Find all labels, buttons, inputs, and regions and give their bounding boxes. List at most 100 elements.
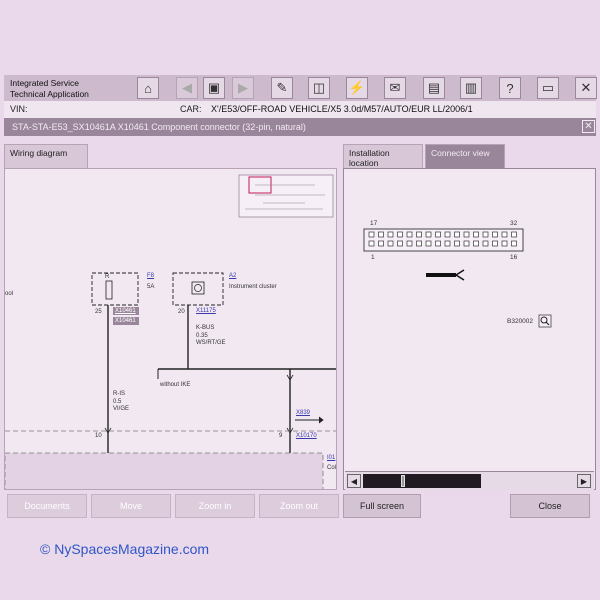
wrench-icon[interactable]: ✎ <box>271 77 293 99</box>
wire-name: R-IS <box>113 391 125 397</box>
connector-pin <box>501 240 508 247</box>
documents-button[interactable]: Documents <box>7 494 87 518</box>
fuse-letter: R <box>105 274 110 280</box>
wire-color: VI/GE <box>113 406 130 412</box>
connector-pin <box>444 240 451 247</box>
overview-thumbnail[interactable] <box>238 174 334 218</box>
tab-wiring-diagram[interactable]: Wiring diagram <box>4 144 88 168</box>
car-label: CAR: <box>180 104 202 114</box>
move-button[interactable]: Move <box>91 494 171 518</box>
connector-link-c[interactable]: X11175 <box>196 308 216 314</box>
ike-note: without IKE <box>160 382 191 388</box>
print-icon[interactable]: ▥ <box>460 77 482 99</box>
connector-pin <box>473 240 479 247</box>
back-icon[interactable]: ◀ <box>176 77 198 99</box>
pin-label-17: 17 <box>370 220 378 227</box>
pin-label-16: 16 <box>510 254 518 261</box>
help-icon[interactable]: ? <box>499 77 521 99</box>
tab-connector-view-label: Connector view <box>431 148 490 158</box>
connector-pin <box>454 240 460 247</box>
text-cut-left: ool <box>5 291 14 297</box>
connector-pin <box>501 231 508 238</box>
connector-link-e[interactable]: X10170 <box>296 433 317 439</box>
watermark-text: © NySpacesMagazine.com <box>40 541 210 557</box>
app-title-line2: Technical Application <box>10 89 89 99</box>
horizontal-scrollbar[interactable]: ◀ ▶ <box>345 471 594 490</box>
connector-pin <box>482 231 489 238</box>
cluster-ref-link[interactable]: A2 <box>229 273 236 279</box>
image-id: B320002 <box>507 318 534 325</box>
zoom-in-button[interactable]: Zoom in <box>175 494 255 518</box>
connector-pin <box>368 240 375 247</box>
connector-pin <box>473 231 479 238</box>
connector-pin <box>482 240 489 247</box>
home-icon[interactable]: ⌂ <box>137 77 159 99</box>
scroll-thumb[interactable] <box>400 475 405 487</box>
pin-label-32: 32 <box>510 220 518 227</box>
connector-pin <box>416 231 422 238</box>
fuse-symbol <box>105 280 113 300</box>
connector-pin <box>444 231 451 238</box>
connector-pin <box>463 231 470 238</box>
vehicle-info-bar: VIN: CAR: X'/E53/OFF-ROAD VEHICLE/X5 3.0… <box>4 101 596 118</box>
documents-icon[interactable]: ◫ <box>308 77 330 99</box>
overview-icon[interactable]: ▣ <box>203 77 225 99</box>
connector-pin <box>463 240 470 247</box>
forward-icon[interactable]: ▶ <box>232 77 254 99</box>
right-ref-link[interactable]: I01 <box>327 455 335 461</box>
instrument-cluster-box[interactable] <box>172 272 224 306</box>
calculator-icon[interactable]: ▤ <box>423 77 445 99</box>
connector-pin <box>397 231 403 238</box>
connector-pin <box>416 240 422 247</box>
connector-pin <box>454 231 460 238</box>
bus-size: 0.35 <box>196 333 208 339</box>
connector-pin <box>406 240 413 247</box>
scroll-track[interactable] <box>363 474 481 488</box>
connector-link-d[interactable]: X839 <box>296 410 310 416</box>
connector-pin <box>435 240 441 247</box>
connector-pin <box>387 231 394 238</box>
tab-wiring-diagram-label: Wiring diagram <box>10 148 68 158</box>
connector-pin <box>511 240 517 247</box>
scroll-right-icon[interactable]: ▶ <box>577 474 591 488</box>
tab-installation-location[interactable]: Installation location <box>343 144 423 168</box>
close-button[interactable]: Close <box>510 494 590 518</box>
app-title-line1: Integrated Service <box>10 78 79 88</box>
close-icon[interactable]: ✕ <box>582 120 595 133</box>
connector-pin <box>406 231 413 238</box>
wiring-diagram-panel[interactable]: ool R F8 5A 25 X10461 X10461 A2 Instrume… <box>4 168 337 490</box>
connector-pin <box>425 240 432 247</box>
connector-pin <box>368 231 375 238</box>
fuse-rating: 5A <box>147 284 155 290</box>
highlighted-region <box>5 452 324 489</box>
connector-pin <box>397 240 403 247</box>
node-9: 9 <box>279 433 283 439</box>
cluster-name: Instrument cluster <box>229 284 277 290</box>
connector-canvas <box>363 228 552 328</box>
mail-icon[interactable]: ✉ <box>384 77 406 99</box>
tab-connector-view[interactable]: Connector view <box>425 144 505 168</box>
connector-link-b[interactable]: X10461 <box>115 318 136 324</box>
text-cut-right: Col <box>327 465 337 471</box>
connector-pin <box>511 231 517 238</box>
toolbar: Integrated Service Technical Application… <box>4 75 597 101</box>
full-screen-button[interactable]: Full screen <box>343 494 421 518</box>
wire-size: 0.5 <box>113 399 122 405</box>
wiring-diagram-canvas <box>5 174 336 489</box>
connector-pin <box>378 231 384 238</box>
connector-view-panel: 17 32 1 16 B320002 ◀ ▶ <box>343 168 596 490</box>
fuse-ref-link[interactable]: F8 <box>147 273 154 279</box>
connector-link-a[interactable]: X10461 <box>115 308 136 314</box>
document-title-bar: STA-STA-E53_SX10461A X10461 Component co… <box>4 118 596 136</box>
plug-icon[interactable]: ⚡ <box>346 77 368 99</box>
pin-20: 20 <box>178 309 185 315</box>
bus-name: K-BUS <box>196 325 215 331</box>
zoom-out-button[interactable]: Zoom out <box>259 494 339 518</box>
connector-pin <box>435 231 441 238</box>
document-title: STA-STA-E53_SX10461A X10461 Component co… <box>12 122 306 132</box>
scroll-left-icon[interactable]: ◀ <box>347 474 361 488</box>
window-icon[interactable]: ▭ <box>537 77 559 99</box>
close-icon[interactable]: ✕ <box>575 77 597 99</box>
fuse-component-box[interactable] <box>91 272 139 306</box>
connector-pin <box>492 240 498 247</box>
